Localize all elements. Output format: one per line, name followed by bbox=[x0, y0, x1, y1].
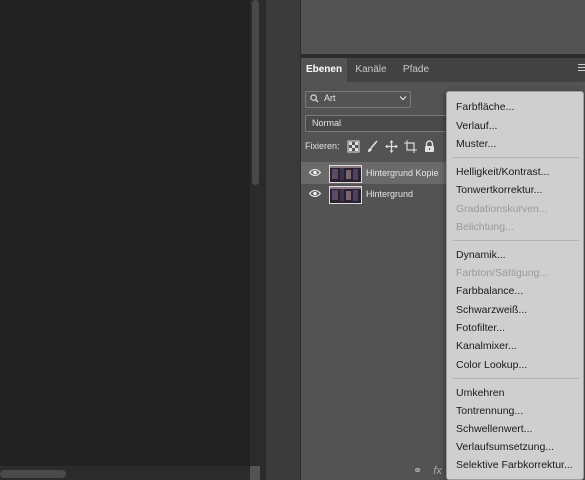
fx-icon[interactable]: fx bbox=[433, 465, 442, 477]
upper-panel bbox=[300, 0, 585, 54]
lock-pixels-brush-icon[interactable] bbox=[366, 140, 379, 153]
menu-item-color-lookup[interactable]: Color Lookup... bbox=[456, 359, 527, 371]
blend-mode-value: Normal bbox=[312, 118, 342, 128]
canvas-horizontal-scroll-thumb[interactable] bbox=[0, 470, 66, 478]
lock-all-icon[interactable] bbox=[423, 140, 436, 153]
menu-item-selektive-farbkorrektur[interactable]: Selektive Farbkorrektur... bbox=[456, 459, 573, 471]
menu-item-farbflaeche[interactable]: Farbfläche... bbox=[456, 101, 514, 113]
panel-divider[interactable] bbox=[266, 0, 300, 480]
menu-item-umkehren[interactable]: Umkehren bbox=[456, 387, 504, 399]
tab-ebenen[interactable]: Ebenen bbox=[301, 58, 347, 82]
lock-artboard-icon[interactable] bbox=[404, 140, 417, 153]
menu-separator bbox=[453, 157, 579, 158]
document-canvas[interactable] bbox=[0, 0, 250, 480]
eye-visibility-icon[interactable] bbox=[309, 189, 321, 198]
menu-item-dynamik[interactable]: Dynamik... bbox=[456, 249, 506, 261]
panel-menu-icon[interactable] bbox=[578, 64, 585, 76]
menu-item-helligkeit-kontrast[interactable]: Helligkeit/Kontrast... bbox=[456, 166, 549, 178]
menu-item-gradationskurven: Gradationskurven... bbox=[456, 203, 548, 215]
menu-item-schwellenwert[interactable]: Schwellenwert... bbox=[456, 423, 532, 435]
layer-name: Hintergrund bbox=[366, 189, 414, 199]
menu-item-fotofilter[interactable]: Fotofilter... bbox=[456, 322, 505, 334]
lock-row: Fixieren: bbox=[305, 140, 465, 154]
link-layers-icon[interactable]: ⚭ bbox=[413, 465, 422, 477]
menu-item-tontrennung[interactable]: Tontrennung... bbox=[456, 405, 523, 417]
canvas-vertical-scroll-thumb[interactable] bbox=[252, 0, 259, 185]
menu-item-farbton-saettigung: Farbton/Sättigung... bbox=[456, 267, 549, 279]
layer-filter-select[interactable]: Art bbox=[305, 91, 411, 108]
panel-tab-bar: Ebenen Kanäle Pfade bbox=[301, 58, 585, 82]
adjustment-layer-menu: Farbfläche... Verlauf... Muster... Helli… bbox=[446, 91, 584, 480]
menu-item-verlaufsumsetzung[interactable]: Verlaufsumsetzung... bbox=[456, 441, 554, 453]
menu-separator bbox=[453, 378, 579, 379]
layer-name: Hintergrund Kopie bbox=[366, 168, 439, 178]
chevron-down-icon bbox=[399, 96, 407, 101]
menu-item-tonwertkorrektur[interactable]: Tonwertkorrektur... bbox=[456, 184, 542, 196]
layer-row-hintergrund-kopie[interactable]: Hintergrund Kopie bbox=[301, 162, 446, 184]
panel-bottom-toolbar: ⚭ fx bbox=[413, 464, 450, 477]
eye-visibility-icon[interactable] bbox=[309, 168, 321, 177]
layer-row-hintergrund[interactable]: Hintergrund bbox=[301, 183, 446, 205]
menu-item-farbbalance[interactable]: Farbbalance... bbox=[456, 285, 523, 297]
menu-separator bbox=[453, 240, 579, 241]
search-icon bbox=[310, 94, 319, 103]
menu-item-schwarzweiss[interactable]: Schwarzweiß... bbox=[456, 304, 527, 316]
lock-transparency-icon[interactable] bbox=[347, 140, 360, 153]
tab-kanaele[interactable]: Kanäle bbox=[353, 58, 389, 82]
menu-item-verlauf[interactable]: Verlauf... bbox=[456, 120, 497, 132]
tab-pfade[interactable]: Pfade bbox=[399, 58, 433, 82]
lock-label: Fixieren: bbox=[305, 141, 340, 151]
layer-thumbnail bbox=[329, 165, 362, 183]
lock-position-move-icon[interactable] bbox=[385, 140, 398, 153]
menu-item-belichtung: Belichtung... bbox=[456, 221, 514, 233]
menu-item-muster[interactable]: Muster... bbox=[456, 138, 496, 150]
layer-filter-label: Art bbox=[324, 93, 336, 103]
blend-mode-select[interactable]: Normal bbox=[305, 115, 457, 132]
layer-thumbnail bbox=[329, 186, 362, 204]
menu-item-kanalmixer[interactable]: Kanalmixer... bbox=[456, 340, 517, 352]
